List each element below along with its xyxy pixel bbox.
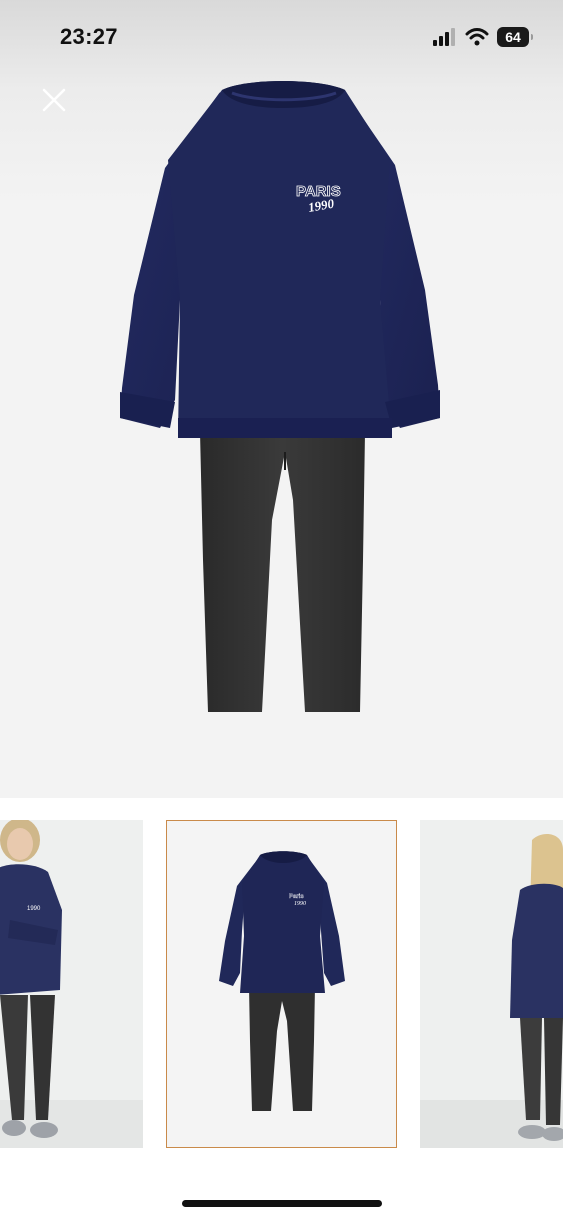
home-indicator[interactable]	[182, 1200, 382, 1207]
leggings	[200, 432, 365, 712]
wifi-icon	[465, 28, 489, 46]
close-button[interactable]	[38, 84, 70, 116]
model-side-image	[420, 820, 563, 1148]
product-image[interactable]: PARIS 1990	[0, 0, 563, 798]
cellular-signal-icon	[433, 28, 455, 46]
model-front-image: 1990	[0, 820, 143, 1148]
battery-level: 64	[505, 29, 521, 45]
close-icon	[42, 88, 66, 112]
product-flat-image: Paris 1990	[167, 821, 396, 1147]
status-bar: 23:27 64	[0, 0, 563, 80]
model-side-thumbnail[interactable]	[420, 820, 563, 1148]
clock: 23:27	[60, 24, 118, 49]
sweatshirt: PARIS 1990	[120, 81, 440, 438]
product-flat-thumbnail[interactable]: Paris 1990	[166, 820, 397, 1148]
model-print-text: 1990	[27, 906, 41, 912]
thumbnail-gallery: 1990 Paris 1990	[0, 820, 563, 1150]
thumb-print-year: 1990	[294, 901, 306, 907]
status-icons: 64	[433, 26, 533, 48]
thumb-print-text: Paris	[289, 894, 304, 900]
pajama-set-illustration: PARIS 1990	[120, 81, 440, 712]
battery-icon: 64	[497, 27, 533, 47]
model-front-thumbnail[interactable]: 1990	[0, 820, 143, 1148]
